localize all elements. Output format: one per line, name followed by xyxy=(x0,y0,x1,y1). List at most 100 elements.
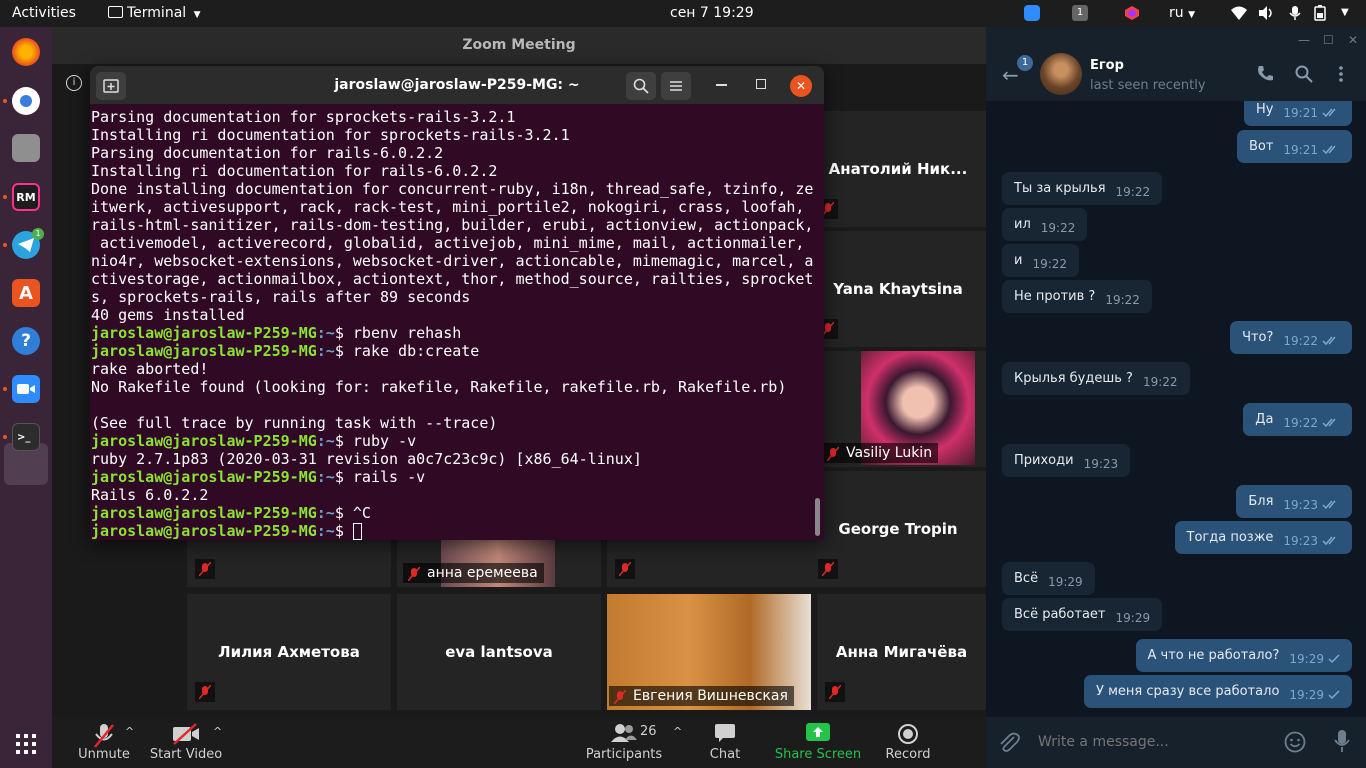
message-input[interactable] xyxy=(1038,731,1258,753)
minimize-icon[interactable] xyxy=(716,84,727,86)
terminal-output[interactable]: Parsing documentation for sprockets-rail… xyxy=(90,108,824,540)
outgoing-message[interactable]: Тогда позже 19:23 xyxy=(1174,521,1352,554)
notification-count-icon[interactable]: 1 xyxy=(1072,5,1088,21)
share-screen-button[interactable]: Share Screen xyxy=(774,717,862,768)
participants-button[interactable]: 26 Participants xyxy=(584,717,664,768)
activities-button[interactable]: Activities xyxy=(12,5,76,21)
show-apps-icon[interactable] xyxy=(16,734,36,758)
participant-tile[interactable]: Vasiliy Lukin xyxy=(810,351,986,467)
message-time: 19:23 xyxy=(1083,457,1119,471)
prompt-path: :~ xyxy=(316,342,335,360)
menu-button[interactable] xyxy=(661,72,691,100)
participant-tile[interactable]: Евгения Вишневская xyxy=(607,594,811,710)
zoom-tray-icon[interactable] xyxy=(1024,5,1040,21)
outgoing-message[interactable]: Ну 19:21 xyxy=(1243,101,1352,126)
terminal-window[interactable]: jaroslaw@jaroslaw-P259-MG: ~ ✕ Parsing d… xyxy=(90,66,824,540)
app-tray-icon[interactable] xyxy=(1124,5,1140,21)
help-icon[interactable]: ? xyxy=(12,327,40,355)
participant-tile[interactable]: Yana Khaytsina xyxy=(810,231,986,347)
record-button[interactable]: Record xyxy=(878,717,938,768)
participant-tile[interactable] xyxy=(187,540,391,587)
maximize-icon[interactable] xyxy=(756,79,766,89)
microphone-icon[interactable] xyxy=(1288,5,1304,21)
double-check-icon xyxy=(1322,490,1340,523)
prompt-path: :~ xyxy=(316,504,335,522)
participant-tile[interactable]: Анна Мигачёва xyxy=(817,594,986,710)
terminal-output-line: Parsing documentation for rails-6.0.2.2 xyxy=(91,144,444,162)
muted-mic-icon xyxy=(195,682,215,702)
software-icon[interactable]: A xyxy=(12,279,40,307)
wifi-icon[interactable] xyxy=(1230,5,1247,21)
incoming-message[interactable]: Приходи 19:23 xyxy=(1002,444,1131,477)
zoom-icon[interactable] xyxy=(12,375,40,403)
incoming-message[interactable]: Ты за крылья 19:22 xyxy=(1002,172,1163,205)
avatar[interactable] xyxy=(1040,53,1082,95)
firefox-icon[interactable] xyxy=(12,38,40,66)
message-time: 19:22 xyxy=(1032,257,1068,271)
terminal-icon[interactable]: >_ xyxy=(12,423,40,451)
participant-tile[interactable] xyxy=(607,540,811,587)
close-icon[interactable]: ✕ xyxy=(790,75,812,97)
files-icon[interactable] xyxy=(12,134,40,162)
minimize-icon[interactable]: — xyxy=(1298,33,1310,47)
participant-name-tag: Vasiliy Lukin xyxy=(822,443,939,463)
incoming-message[interactable]: и 19:22 xyxy=(1002,244,1080,277)
incoming-message[interactable]: Всё работает 19:29 xyxy=(1002,598,1163,631)
attach-icon[interactable] xyxy=(998,731,1020,757)
volume-icon[interactable] xyxy=(1258,5,1274,21)
system-menu-chevron-icon[interactable]: ▼ xyxy=(1341,7,1349,18)
terminal-headerbar[interactable]: jaroslaw@jaroslaw-P259-MG: ~ ✕ xyxy=(90,66,824,104)
contact-name[interactable]: Егор xyxy=(1090,58,1124,73)
battery-icon[interactable] xyxy=(1314,5,1330,21)
participant-name: George Tropin xyxy=(838,520,958,538)
terminal-output-line: itwerk, activesupport, rack, rack-test, … xyxy=(91,198,805,216)
chevron-up-icon[interactable]: ^ xyxy=(125,725,134,738)
incoming-message[interactable]: ил 19:22 xyxy=(1002,208,1088,241)
command-text: $ ^C xyxy=(334,504,371,522)
chevron-up-icon[interactable]: ^ xyxy=(673,725,682,738)
rubymine-icon[interactable]: RM xyxy=(12,183,40,211)
outgoing-message[interactable]: Вот 19:21 xyxy=(1236,130,1352,163)
chevron-up-icon[interactable]: ^ xyxy=(213,725,222,738)
message-list[interactable]: Ну 19:21 Вот 19:21 Ты за крылья 19:22 ил 19:22 и… xyxy=(986,101,1366,717)
phone-icon[interactable] xyxy=(1256,65,1274,87)
message-text: Да xyxy=(1255,412,1274,427)
participant-tile[interactable]: анна еремеева xyxy=(397,540,601,587)
incoming-message[interactable]: Крылья будешь ? 19:22 xyxy=(1002,362,1190,395)
search-button[interactable] xyxy=(626,72,656,100)
outgoing-message[interactable]: Бля 19:23 xyxy=(1236,485,1352,518)
close-icon[interactable]: ✕ xyxy=(1348,33,1358,47)
command-text: $ rails -v xyxy=(334,468,426,486)
maximize-icon[interactable]: ☐ xyxy=(1323,33,1334,47)
participant-tile[interactable]: eva lantsova xyxy=(397,594,601,710)
unmute-label: Unmute xyxy=(78,747,130,762)
incoming-message[interactable]: Всё 19:29 xyxy=(1002,562,1095,595)
clock[interactable]: сен 7 19:29 xyxy=(670,5,754,21)
emoji-icon[interactable] xyxy=(1284,731,1306,757)
chat-button[interactable]: Chat xyxy=(700,717,750,768)
back-arrow-icon[interactable]: ← xyxy=(1002,63,1019,87)
share-screen-label: Share Screen xyxy=(774,747,862,762)
running-indicator xyxy=(3,99,7,103)
double-check-icon xyxy=(1322,135,1340,168)
participant-tile[interactable]: Анатолий Ник... xyxy=(810,111,986,227)
chromium-icon[interactable] xyxy=(12,87,40,115)
app-menu-terminal[interactable]: Terminal ▼ xyxy=(108,5,201,21)
search-icon[interactable] xyxy=(1295,65,1313,87)
outgoing-message[interactable]: А что не работало? 19:29 xyxy=(1135,639,1352,672)
incoming-message[interactable]: Не против ? 19:22 xyxy=(1002,280,1152,313)
command-text: $ rake db:create xyxy=(334,342,480,360)
participant-tile[interactable]: George Tropin xyxy=(810,471,986,587)
message-text: ил xyxy=(1014,217,1031,232)
more-vertical-icon[interactable] xyxy=(1339,65,1343,87)
outgoing-message[interactable]: У меня сразу все работало 19:29 xyxy=(1084,675,1352,708)
terminal-small-icon xyxy=(108,6,123,18)
language-indicator[interactable]: ru ▼ xyxy=(1169,5,1195,21)
terminal-scrollbar[interactable] xyxy=(815,498,820,536)
participant-tile[interactable]: Лилия Ахметова xyxy=(187,594,391,710)
outgoing-message[interactable]: Да 19:22 xyxy=(1243,403,1352,436)
outgoing-message[interactable]: Что? 19:22 xyxy=(1230,321,1352,354)
check-icon xyxy=(1328,680,1340,713)
info-icon[interactable]: i xyxy=(66,75,82,91)
microphone-icon[interactable] xyxy=(1334,729,1350,757)
